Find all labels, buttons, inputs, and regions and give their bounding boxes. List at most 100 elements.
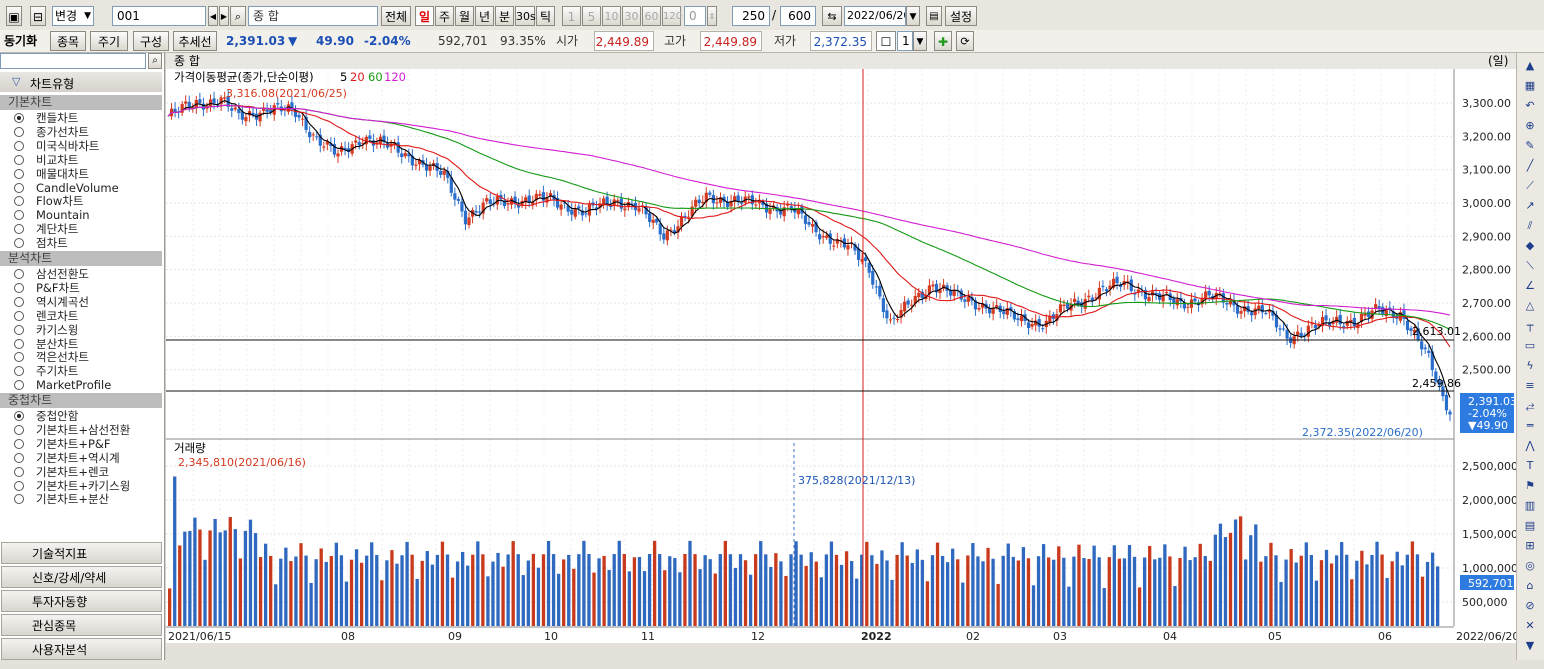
total-count-input[interactable]: 600 (780, 6, 816, 26)
grid-tool-icon[interactable]: ▦ (1522, 79, 1538, 93)
tab-daily[interactable]: 일 (415, 6, 434, 26)
chart-type-option[interactable]: 매물대차트 (14, 167, 89, 181)
eraser-icon[interactable]: ✎ (1522, 139, 1538, 153)
chart-type-option[interactable]: Flow차트 (14, 195, 83, 208)
grid-icon[interactable]: ▤ (926, 6, 942, 26)
sync-label[interactable]: 동기화 (4, 30, 37, 52)
date-input[interactable]: 2022/06/20 (844, 6, 906, 26)
tab-minute[interactable]: 분 (495, 6, 514, 26)
bottom-scrollbar[interactable] (0, 660, 1544, 669)
radio-icon[interactable] (14, 154, 24, 165)
chart-type-option[interactable]: Mountain (14, 209, 90, 222)
nav-technical-indicators[interactable]: 기술적지표 (1, 542, 162, 564)
chart-type-option[interactable]: 비교차트 (14, 153, 78, 167)
radio-icon[interactable] (14, 366, 24, 377)
chart-type-option[interactable]: 미국식바차트 (14, 139, 99, 153)
chart-type-option[interactable]: 꺽은선차트 (14, 351, 89, 364)
scroll-down-icon[interactable]: ▼ (1522, 639, 1538, 653)
compose-button[interactable]: 구성 (133, 31, 169, 51)
fibo-tool-icon[interactable]: ≡ (1522, 379, 1538, 393)
box-tool-icon[interactable]: ▭ (1522, 339, 1538, 353)
vline-tool-icon[interactable]: ┬ (1522, 319, 1538, 333)
tool-21-icon[interactable]: ◎ (1522, 559, 1538, 573)
radio-icon[interactable] (14, 140, 24, 151)
sidebar-search-icon[interactable]: ⌕ (148, 53, 162, 69)
chart-type-option[interactable]: 렌코차트 (14, 309, 78, 323)
minute-30[interactable]: 30 (622, 6, 641, 26)
radio-icon[interactable] (14, 224, 24, 235)
chart-type-option[interactable]: 기본차트+P&F (14, 437, 110, 451)
chart-type-option[interactable]: 점차트 (14, 237, 68, 250)
radio-icon[interactable] (14, 210, 24, 221)
chart-panel[interactable]: 종 합 (일) 3,300.00 3,200.00 3,100.00 3,000.00… (166, 53, 1519, 660)
calendar-dropdown-icon[interactable]: ▼ (906, 6, 920, 26)
settings-button[interactable]: 설정 (945, 6, 977, 26)
radio-icon[interactable] (14, 411, 24, 421)
radio-icon[interactable] (14, 338, 24, 349)
arrow-tool-icon[interactable]: ↗ (1522, 199, 1538, 213)
nav-watchlist[interactable]: 관심종목 (1, 614, 162, 636)
radio-icon[interactable] (14, 126, 24, 137)
radio-icon[interactable] (14, 113, 24, 123)
tool-22-icon[interactable]: ⌂ (1522, 579, 1538, 593)
minute-1[interactable]: 1 (562, 6, 581, 26)
spinner-icon[interactable]: ⇕ (707, 6, 717, 26)
radio-icon[interactable] (14, 480, 24, 491)
chart-type-option[interactable]: 캔들차트 (14, 112, 78, 125)
radio-icon[interactable] (14, 238, 24, 249)
display-count-input[interactable]: 250 (732, 6, 770, 26)
add-icon[interactable]: ✚ (934, 31, 952, 51)
radio-icon[interactable] (14, 466, 24, 477)
tab-tick[interactable]: 틱 (536, 6, 555, 26)
tab-monthly[interactable]: 월 (455, 6, 474, 26)
exchange-select[interactable]: 변경 ▼ (52, 6, 94, 26)
overlay-count-input[interactable]: 1 (897, 31, 913, 51)
bars-tool-icon[interactable]: ▥ (1522, 499, 1538, 513)
radio-icon[interactable] (14, 352, 24, 363)
all-button[interactable]: 전체 (381, 6, 411, 26)
chart-type-option[interactable]: 기본차트+역시계 (14, 451, 120, 465)
cycle-tool-icon[interactable]: ⥄ (1522, 399, 1538, 413)
minute-5[interactable]: 5 (582, 6, 601, 26)
overlay-checkbox[interactable]: ☐ (876, 31, 896, 51)
save-icon[interactable]: ⊟ (30, 6, 46, 26)
radio-icon[interactable] (14, 380, 24, 391)
hline-tool-icon[interactable]: ═ (1522, 419, 1538, 433)
channel-tool-icon[interactable]: ⫽ (1522, 219, 1538, 233)
tab-yearly[interactable]: 년 (475, 6, 494, 26)
overlay-dropdown-icon[interactable]: ▼ (913, 31, 927, 51)
minute-10[interactable]: 10 (602, 6, 621, 26)
chart-type-option[interactable]: 역시계곡선 (14, 295, 89, 309)
radio-icon[interactable] (14, 452, 24, 463)
minute-60[interactable]: 60 (642, 6, 661, 26)
radio-icon[interactable] (14, 324, 24, 335)
chart-type-option[interactable]: 계단차트 (14, 223, 78, 236)
prev-icon[interactable]: ◀ (208, 6, 218, 26)
chart-type-option[interactable]: 분산차트 (14, 337, 78, 351)
chart-type-option[interactable]: CandleVolume (14, 181, 119, 195)
chart-type-option[interactable]: 기본차트+분산 (14, 493, 109, 506)
chart-type-option[interactable]: 중첩안함 (14, 410, 78, 423)
radio-icon[interactable] (14, 282, 24, 293)
price-volume-chart[interactable]: 종 합 (일) 3,300.00 3,200.00 3,100.00 3,000.00… (166, 53, 1519, 660)
radio-icon[interactable] (14, 269, 24, 279)
pointer-icon[interactable]: ▲ (1522, 59, 1538, 73)
chart-type-header[interactable]: ▽ 차트유형 (0, 72, 162, 92)
nav-signal[interactable]: 신호/강세/약세 (1, 566, 162, 588)
triangle-tool-icon[interactable]: △ (1522, 299, 1538, 313)
nav-investor-trend[interactable]: 투자자동향 (1, 590, 162, 612)
tab-30sec[interactable]: 30s (515, 6, 536, 26)
trendline-button[interactable]: 추세선 (173, 31, 217, 51)
chart-type-option[interactable]: 삼선전환도 (14, 268, 89, 281)
flag-tool-icon[interactable]: ⚑ (1522, 479, 1538, 493)
radio-icon[interactable] (14, 424, 24, 435)
radio-icon[interactable] (14, 296, 24, 307)
chart-type-option[interactable]: 기본차트+렌코 (14, 465, 109, 479)
chart-type-option[interactable]: MarketProfile (14, 379, 111, 392)
refresh-icon[interactable]: ⟳ (956, 31, 974, 51)
chart-type-option[interactable]: 기본차트+삼선전환 (14, 423, 130, 437)
radio-icon[interactable] (14, 168, 24, 179)
chart-type-option[interactable]: 종가선차트 (14, 125, 89, 139)
tab-weekly[interactable]: 주 (435, 6, 454, 26)
ray-tool-icon[interactable]: ⟍ (1522, 259, 1538, 273)
